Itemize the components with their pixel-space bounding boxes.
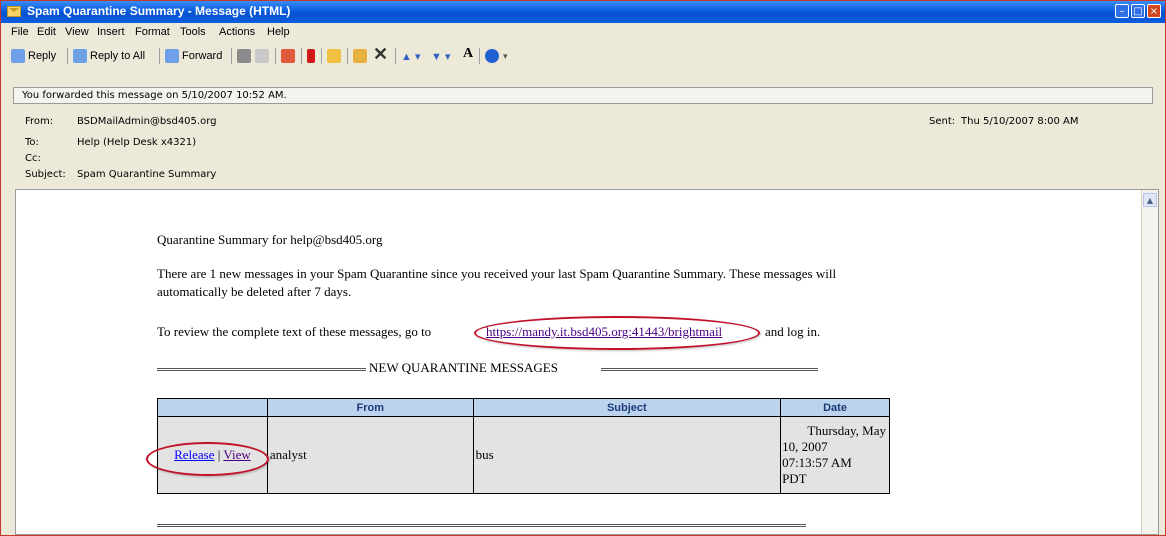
col-actions-header	[157, 398, 268, 417]
table-header-row: From Subject Date	[157, 398, 890, 417]
menu-format[interactable]: Format	[135, 26, 170, 38]
intro-line-2: automatically be deleted after 7 days.	[157, 284, 352, 299]
date-line-1: Thursday, May	[807, 423, 886, 438]
menu-insert[interactable]: Insert	[97, 26, 125, 38]
subject-cell: bus	[472, 416, 782, 494]
title-bar[interactable]: Spam Quarantine Summary - Message (HTML)…	[1, 1, 1165, 23]
font-size-icon[interactable]: A	[463, 45, 473, 63]
menu-edit[interactable]: Edit	[37, 26, 56, 38]
reply-icon	[11, 49, 25, 63]
date-cell: Thursday, May 10, 2007 07:13:57 AM PDT	[780, 416, 890, 494]
reply-all-button[interactable]: Reply to All	[73, 47, 145, 65]
vertical-scrollbar[interactable]: ▲	[1141, 190, 1158, 534]
summary-line: Quarantine Summary for help@bsd405.org	[157, 232, 383, 247]
from-cell: analyst	[266, 416, 474, 494]
reply-all-icon	[73, 49, 87, 63]
actions-highlight-ellipse	[146, 442, 269, 476]
categorize-icon[interactable]	[353, 47, 370, 65]
print-icon[interactable]	[237, 47, 254, 65]
delete-icon[interactable]: ✕	[373, 44, 388, 64]
forward-label: Forward	[182, 50, 223, 62]
reply-button[interactable]: Reply	[11, 47, 56, 65]
subject-value: Spam Quarantine Summary	[77, 169, 217, 180]
menu-help[interactable]: Help	[267, 26, 290, 38]
quarantine-table: From Subject Date Release | View analyst…	[157, 398, 890, 494]
link-highlight-ellipse	[474, 316, 760, 350]
toolbar-options-icon[interactable]: ▾	[503, 47, 508, 65]
menu-bar: File Edit View Insert Format Tools Actio…	[1, 23, 1165, 43]
folder-icon[interactable]	[327, 47, 344, 65]
forward-button[interactable]: Forward	[165, 47, 222, 65]
next-item-icon[interactable]: ▼ ▾	[431, 47, 450, 65]
menu-file[interactable]: File	[11, 26, 29, 38]
email-window: Spam Quarantine Summary - Message (HTML)…	[0, 0, 1166, 536]
to-label: To:	[25, 137, 39, 148]
menu-tools[interactable]: Tools	[180, 26, 206, 38]
maximize-button[interactable]: □	[1131, 4, 1145, 18]
intro-line-1: There are 1 new messages in your Spam Qu…	[157, 266, 837, 281]
sent-value: Thu 5/10/2007 8:00 AM	[961, 116, 1079, 127]
col-from-header: From	[266, 398, 474, 417]
bottom-rule	[157, 524, 806, 527]
toolbar: Reply Reply to All Forward ✕ ▲ ▾ ▼ ▾ A ▾	[1, 43, 1165, 69]
section-rule-right	[601, 368, 818, 371]
to-value[interactable]: Help (Help Desk x4321)	[77, 137, 196, 148]
reply-all-label: Reply to All	[90, 50, 146, 62]
review-suffix: and log in.	[765, 324, 821, 339]
message-body: ▲ Quarantine Summary for help@bsd405.org…	[15, 189, 1159, 535]
section-rule-left	[157, 368, 366, 371]
forward-icon	[165, 49, 179, 63]
cc-label: Cc:	[25, 153, 41, 164]
date-line-4: PDT	[782, 471, 807, 486]
help-icon[interactable]	[485, 47, 502, 65]
col-subject-header: Subject	[472, 398, 782, 417]
section-title: NEW QUARANTINE MESSAGES	[369, 360, 558, 375]
date-line-3: 07:13:57 AM	[782, 455, 852, 470]
close-button[interactable]: ×	[1147, 4, 1161, 18]
scroll-up-icon[interactable]: ▲	[1143, 193, 1157, 207]
envelope-icon	[7, 6, 21, 17]
previous-item-icon[interactable]: ▲ ▾	[401, 47, 420, 65]
move-icon[interactable]	[281, 47, 298, 65]
date-line-2: 10, 2007	[782, 439, 828, 454]
menu-actions[interactable]: Actions	[219, 26, 255, 38]
minimize-button[interactable]: –	[1115, 4, 1129, 18]
review-prefix: To review the complete text of these mes…	[157, 324, 432, 339]
reply-label: Reply	[28, 50, 57, 62]
from-label: From:	[25, 116, 54, 127]
copy-icon[interactable]	[255, 47, 272, 65]
subject-label: Subject:	[25, 169, 66, 180]
col-date-header: Date	[780, 398, 890, 417]
from-value[interactable]: BSDMailAdmin@bsd405.org	[77, 116, 217, 127]
sent-label: Sent:	[929, 116, 956, 127]
flag-icon[interactable]	[307, 47, 318, 65]
window-title: Spam Quarantine Summary - Message (HTML)	[27, 4, 291, 18]
menu-view[interactable]: View	[65, 26, 89, 38]
forwarded-notice: You forwarded this message on 5/10/2007 …	[13, 87, 1153, 104]
